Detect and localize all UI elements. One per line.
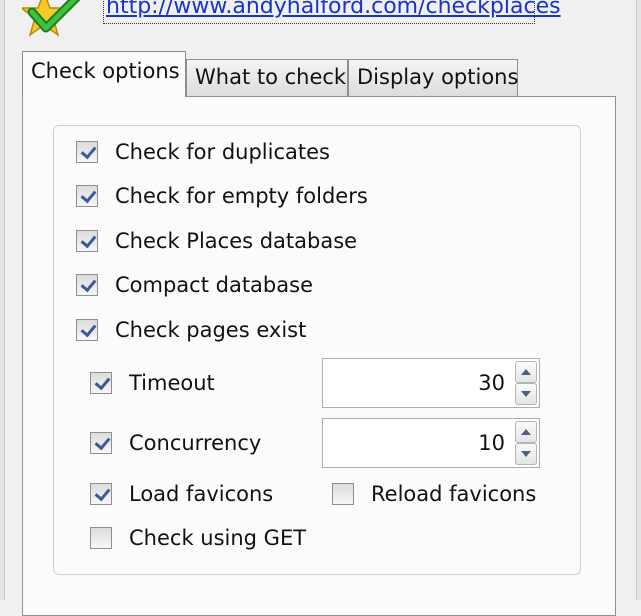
timeout-value[interactable]: 30 [478, 359, 505, 407]
checkbox[interactable] [76, 141, 98, 163]
checkbox[interactable] [90, 527, 112, 549]
option-label: Concurrency [129, 431, 262, 455]
tab-check-options[interactable]: Check options [22, 51, 186, 97]
spin-up-icon[interactable] [515, 361, 537, 383]
checkbox[interactable] [90, 372, 112, 394]
option-check-pages-exist[interactable]: Check pages exist [76, 318, 306, 342]
tab-page-check-options: Check for duplicates Check for empty fol… [22, 96, 616, 616]
timeout-spinner[interactable]: 30 [322, 358, 540, 408]
option-concurrency[interactable]: Concurrency [90, 431, 261, 455]
option-check-duplicates[interactable]: Check for duplicates [76, 140, 330, 164]
checkbox[interactable] [76, 185, 98, 207]
option-check-places-database[interactable]: Check Places database [76, 229, 357, 253]
tab-display-options[interactable]: Display options [348, 59, 518, 97]
option-label: Check Places database [115, 229, 358, 253]
checkmark-star-icon [22, 0, 81, 37]
option-label: Check pages exist [115, 318, 307, 342]
option-check-empty-folders[interactable]: Check for empty folders [76, 184, 368, 208]
option-label: Check using GET [129, 526, 307, 550]
option-timeout[interactable]: Timeout [90, 371, 215, 395]
checkbox[interactable] [90, 483, 112, 505]
tab-what-to-check[interactable]: What to check [186, 59, 348, 97]
concurrency-value[interactable]: 10 [478, 419, 505, 467]
checkbox[interactable] [90, 432, 112, 454]
option-load-favicons[interactable]: Load favicons [90, 482, 273, 506]
option-label: Timeout [129, 371, 215, 395]
window-frame-left [0, 0, 5, 600]
window-frame-right [636, 0, 641, 600]
concurrency-spinner[interactable]: 10 [322, 418, 540, 468]
option-reload-favicons[interactable]: Reload favicons [332, 482, 536, 506]
website-link[interactable]: http://www.andyhalford.com/checkplaces [106, 0, 561, 19]
option-label: Reload favicons [371, 482, 537, 506]
spin-down-icon[interactable] [515, 443, 537, 465]
option-label: Compact database [115, 273, 313, 297]
checkbox[interactable] [76, 319, 98, 341]
option-label: Check for duplicates [115, 140, 330, 164]
spin-up-icon[interactable] [515, 421, 537, 443]
option-label: Load favicons [129, 482, 274, 506]
option-label: Check for empty folders [115, 184, 368, 208]
checkbox[interactable] [332, 483, 354, 505]
checkbox[interactable] [76, 230, 98, 252]
options-group: Check for duplicates Check for empty fol… [53, 125, 581, 575]
option-check-using-get[interactable]: Check using GET [90, 526, 306, 550]
spin-down-icon[interactable] [515, 383, 537, 405]
option-compact-database[interactable]: Compact database [76, 273, 313, 297]
checkbox[interactable] [76, 274, 98, 296]
